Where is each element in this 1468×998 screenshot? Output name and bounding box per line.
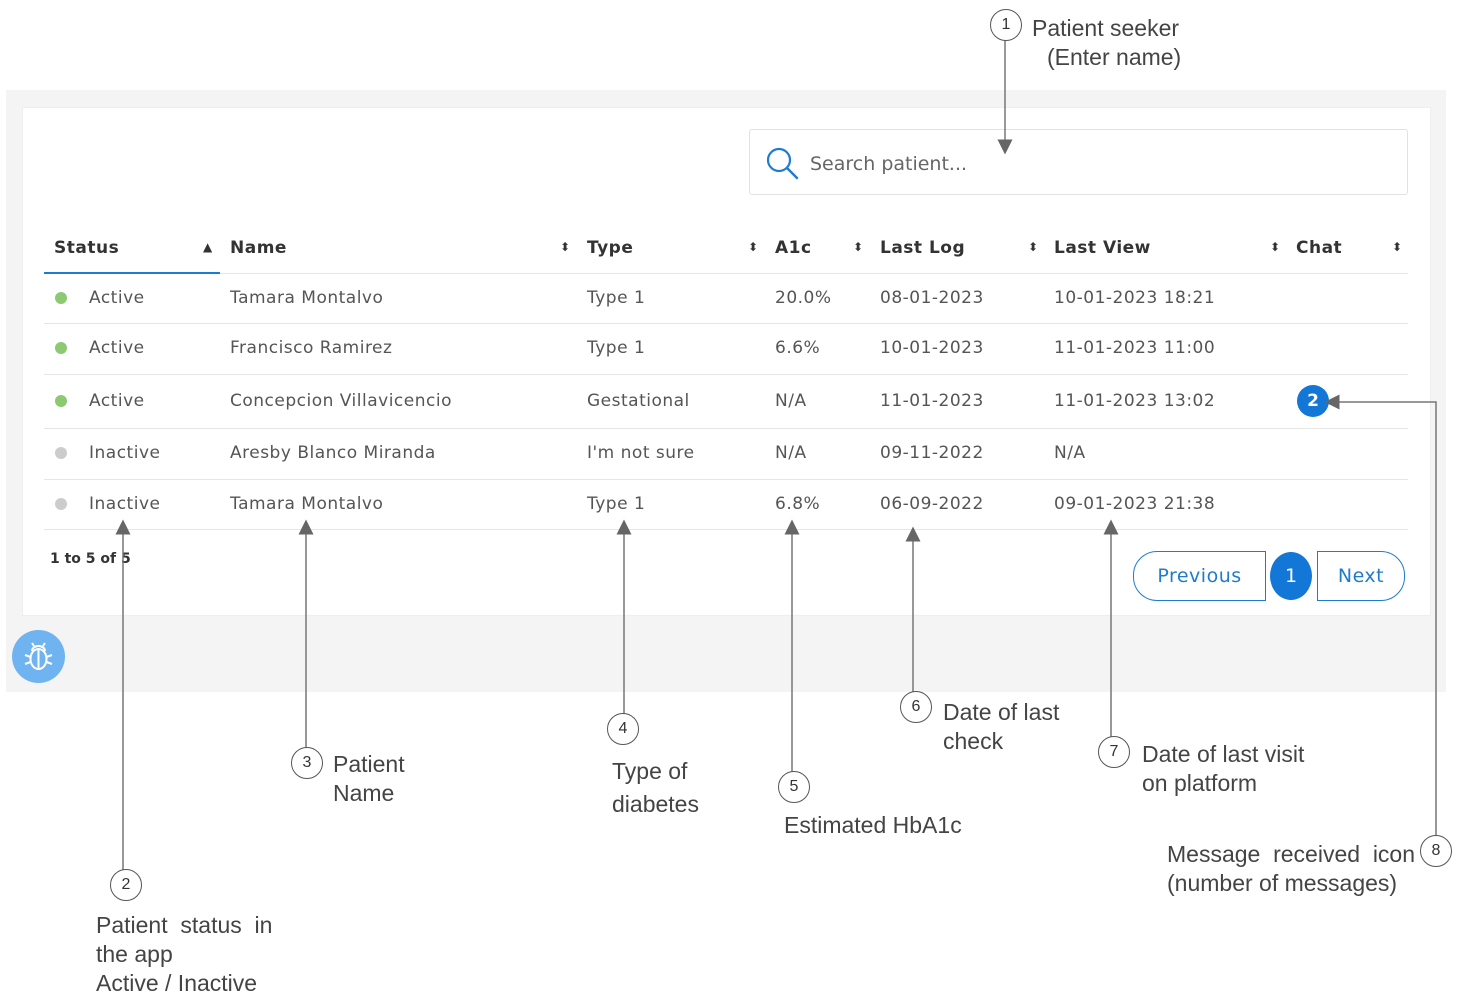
annotation-label: Date of last visit on platform (1142, 741, 1305, 796)
annotation-number: 2 (110, 869, 142, 901)
arrow-8 (1324, 394, 1437, 836)
annotation-label: Patient status in the app Active / Inact… (96, 912, 273, 996)
annotation-number: 7 (1098, 736, 1130, 768)
annotation-label: Patient seeker (Enter name) (1032, 15, 1182, 70)
annotation-label: Patient Name (333, 751, 405, 806)
annotation-label: Estimated HbA1c (784, 812, 962, 838)
annotation-label: Date of last check (943, 699, 1060, 754)
annotation-number: 4 (607, 713, 639, 745)
annotation-number: 3 (291, 747, 323, 779)
annotation-number: 5 (778, 771, 810, 803)
annotation-number: 6 (900, 691, 932, 723)
annotation-label: Type of diabetes (612, 758, 699, 817)
annotation-label: Message received icon (number of messages… (1167, 841, 1416, 896)
annotation-number: 1 (990, 9, 1022, 41)
annotation-number: 8 (1420, 835, 1452, 867)
